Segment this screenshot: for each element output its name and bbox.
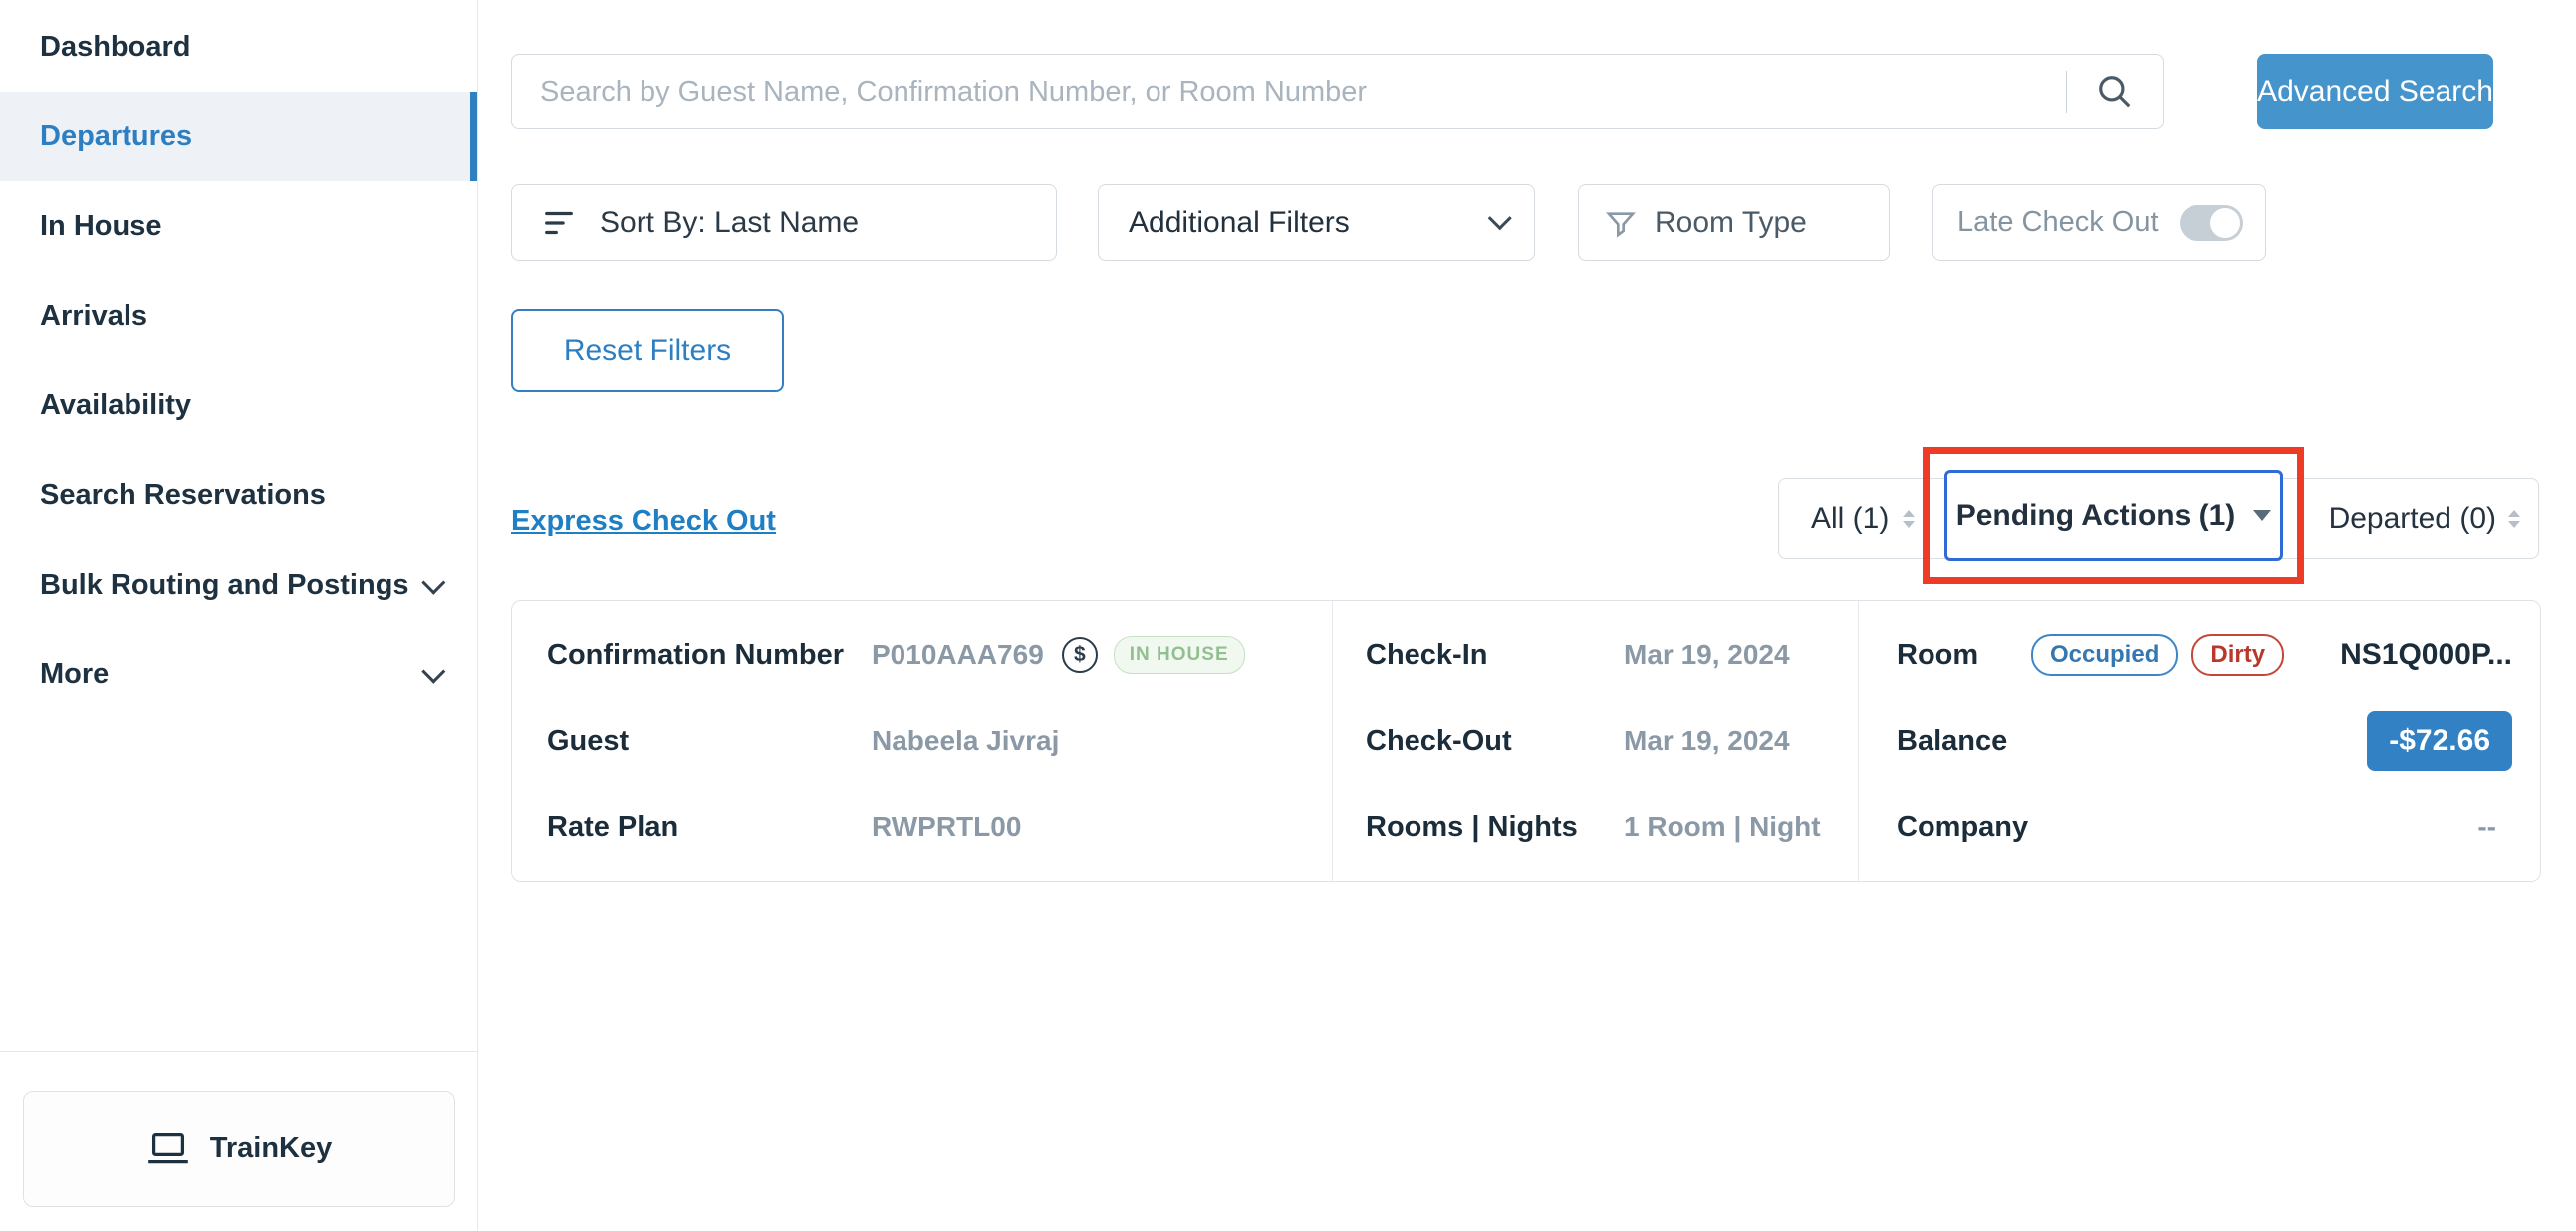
search-input-container xyxy=(511,54,2164,129)
reset-filters-button[interactable]: Reset Filters xyxy=(511,309,784,392)
tab-pending-label: Pending Actions (1) xyxy=(1956,499,2236,533)
reservation-card[interactable]: Confirmation Number P010AAA769 $ IN HOUS… xyxy=(511,600,2541,882)
payment-dollar-icon[interactable]: $ xyxy=(1062,637,1098,673)
search-button[interactable] xyxy=(2067,73,2163,111)
sidebar-item-departures[interactable]: Departures xyxy=(0,92,477,181)
sort-icon xyxy=(542,208,576,238)
rate-plan-label: Rate Plan xyxy=(547,811,872,844)
caret-down-icon xyxy=(2253,510,2271,521)
rooms-nights-label: Rooms | Nights xyxy=(1366,811,1624,844)
main-content: Advanced Search Sort By: Last Name Addit… xyxy=(478,0,2576,1231)
balance-row: Balance -$72.66 xyxy=(1897,715,2512,767)
search-icon xyxy=(2096,73,2134,111)
guest-label: Guest xyxy=(547,725,872,758)
confirmation-value: P010AAA769 xyxy=(872,639,1044,671)
tab-all[interactable]: All (1) xyxy=(1811,502,1915,536)
rate-plan-value: RWPRTL00 xyxy=(872,811,1021,843)
company-row: Company -- xyxy=(1897,801,2512,853)
confirmation-row: Confirmation Number P010AAA769 $ IN HOUS… xyxy=(547,629,1332,681)
chevron-down-icon xyxy=(1488,206,1512,230)
tab-departed[interactable]: Departed (0) xyxy=(2329,502,2520,536)
sidebar-item-label: Search Reservations xyxy=(40,479,326,512)
sort-arrows-icon xyxy=(2508,510,2520,528)
checkin-label: Check-In xyxy=(1366,639,1624,672)
sidebar-item-availability[interactable]: Availability xyxy=(0,361,477,450)
filter-row: Sort By: Last Name Additional Filters Ro… xyxy=(511,184,2576,261)
sidebar-item-label: Arrivals xyxy=(40,300,147,333)
search-row: Advanced Search xyxy=(511,54,2576,129)
company-value: -- xyxy=(2477,811,2496,843)
rooms-nights-value: 1 Room | Night xyxy=(1624,811,1821,843)
card-column-identity: Confirmation Number P010AAA769 $ IN HOUS… xyxy=(512,601,1332,881)
sidebar-item-label: Availability xyxy=(40,389,191,422)
late-checkout-filter: Late Check Out xyxy=(1932,184,2266,261)
chevron-down-icon xyxy=(421,659,445,683)
sort-arrows-icon xyxy=(1903,510,1915,528)
app-window: Dashboard Departures In House Arrivals A… xyxy=(0,0,2576,1231)
checkout-row: Check-Out Mar 19, 2024 xyxy=(1366,715,1858,767)
in-house-badge: IN HOUSE xyxy=(1114,636,1245,674)
laptop-icon xyxy=(146,1131,190,1167)
rate-plan-row: Rate Plan RWPRTL00 xyxy=(547,801,1332,853)
trainkey-label: TrainKey xyxy=(210,1132,333,1165)
advanced-search-button[interactable]: Advanced Search xyxy=(2257,54,2493,129)
sort-by-label: Sort By: Last Name xyxy=(600,206,859,240)
checkout-value: Mar 19, 2024 xyxy=(1624,725,1790,757)
occupied-badge: Occupied xyxy=(2031,634,2178,676)
late-checkout-label: Late Check Out xyxy=(1957,206,2159,239)
chevron-down-icon xyxy=(421,570,445,594)
tab-all-label: All (1) xyxy=(1811,502,1889,536)
funnel-icon xyxy=(1605,207,1637,239)
checkin-value: Mar 19, 2024 xyxy=(1624,639,1790,671)
list-header-row: Express Check Out All (1) Departed (0) P… xyxy=(478,447,2576,584)
sidebar-item-arrivals[interactable]: Arrivals xyxy=(0,271,477,361)
search-input[interactable] xyxy=(540,76,2066,109)
room-label: Room xyxy=(1897,639,2031,672)
checkout-label: Check-Out xyxy=(1366,725,1624,758)
guest-row: Guest Nabeela Jivraj xyxy=(547,715,1332,767)
balance-label: Balance xyxy=(1897,725,2007,758)
tab-pending-actions[interactable]: Pending Actions (1) xyxy=(1944,470,2283,561)
checkin-row: Check-In Mar 19, 2024 xyxy=(1366,629,1858,681)
sidebar-item-in-house[interactable]: In House xyxy=(0,181,477,271)
sidebar-item-label: Dashboard xyxy=(40,31,190,64)
tab-departed-label: Departed (0) xyxy=(2329,502,2496,536)
confirmation-label: Confirmation Number xyxy=(547,639,872,672)
company-label: Company xyxy=(1897,811,2028,844)
guest-value: Nabeela Jivraj xyxy=(872,725,1059,757)
additional-filters-dropdown[interactable]: Additional Filters xyxy=(1098,184,1535,261)
balance-amount-button[interactable]: -$72.66 xyxy=(2367,711,2512,771)
sidebar-footer: TrainKey xyxy=(0,1051,478,1231)
sidebar: Dashboard Departures In House Arrivals A… xyxy=(0,0,478,1231)
sidebar-item-search-reservations[interactable]: Search Reservations xyxy=(0,450,477,540)
room-row: Room Occupied Dirty NS1Q000P... xyxy=(1897,629,2512,681)
card-column-dates: Check-In Mar 19, 2024 Check-Out Mar 19, … xyxy=(1332,601,1858,881)
additional-filters-label: Additional Filters xyxy=(1129,206,1350,240)
toggle-knob xyxy=(2210,208,2240,238)
card-column-room-balance: Room Occupied Dirty NS1Q000P... Balance … xyxy=(1858,601,2540,881)
sidebar-item-dashboard[interactable]: Dashboard xyxy=(0,2,477,92)
late-checkout-toggle[interactable] xyxy=(2180,205,2243,241)
sort-by-dropdown[interactable]: Sort By: Last Name xyxy=(511,184,1057,261)
sidebar-item-label: Departures xyxy=(40,121,192,153)
sidebar-item-more[interactable]: More xyxy=(0,629,477,719)
room-type-filter[interactable]: Room Type xyxy=(1578,184,1890,261)
room-type-label: Room Type xyxy=(1655,206,1807,240)
sidebar-item-bulk-routing[interactable]: Bulk Routing and Postings xyxy=(0,540,477,629)
sidebar-item-label: In House xyxy=(40,210,161,243)
rooms-nights-row: Rooms | Nights 1 Room | Night xyxy=(1366,801,1858,853)
sidebar-item-label: Bulk Routing and Postings xyxy=(40,569,409,602)
sidebar-item-label: More xyxy=(40,658,109,691)
dirty-badge: Dirty xyxy=(2191,634,2284,676)
trainkey-button[interactable]: TrainKey xyxy=(23,1091,455,1207)
express-checkout-link[interactable]: Express Check Out xyxy=(511,505,776,538)
room-number-value: NS1Q000P... xyxy=(2340,638,2512,672)
